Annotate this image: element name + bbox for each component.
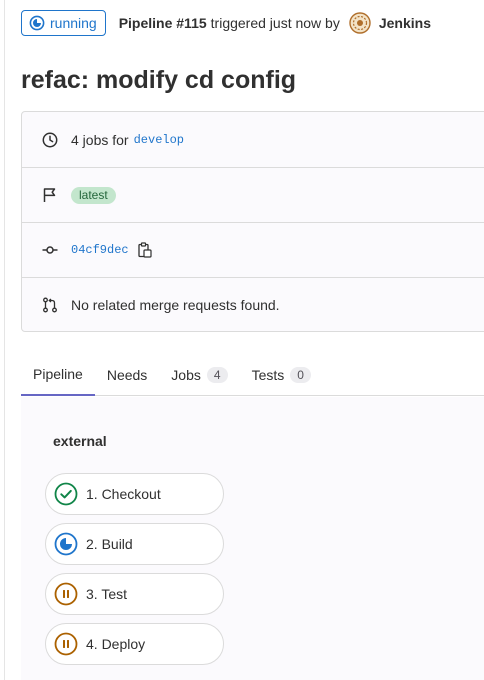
merge-request-icon	[42, 297, 58, 313]
merge-requests-text: No related merge requests found.	[71, 297, 280, 313]
job-label: 2. Build	[86, 536, 133, 552]
jobs-count-badge: 4	[206, 367, 228, 383]
paused-icon	[54, 632, 78, 656]
running-icon	[29, 15, 45, 31]
jobs-text: 4 jobs for	[71, 131, 129, 148]
merge-requests-row: No related merge requests found.	[22, 277, 484, 332]
job-checkout[interactable]: 1. Checkout	[45, 473, 224, 515]
tab-label: Jobs	[171, 367, 201, 383]
page-title: refac: modify cd config	[21, 66, 297, 94]
user-name[interactable]: Jenkins	[379, 15, 431, 31]
status-badge[interactable]: running	[21, 10, 106, 36]
avatar[interactable]	[349, 12, 371, 34]
job-deploy[interactable]: 4. Deploy	[45, 623, 224, 665]
tab-pipeline[interactable]: Pipeline	[21, 354, 95, 396]
tab-label: Needs	[106, 367, 148, 383]
jobs-row: 4 jobs for develop	[22, 112, 484, 167]
status-text: running	[50, 15, 97, 31]
tests-count-badge: 0	[290, 367, 311, 383]
job-label: 1. Checkout	[86, 486, 161, 502]
tab-label: Pipeline	[33, 366, 83, 382]
paused-icon	[54, 582, 78, 606]
job-build[interactable]: 2. Build	[45, 523, 224, 565]
running-icon	[54, 532, 78, 556]
tab-needs[interactable]: Needs	[95, 354, 159, 396]
triggered-text: triggered just now by	[210, 15, 340, 31]
left-border	[4, 0, 5, 680]
branch-link[interactable]: develop	[134, 133, 184, 147]
latest-badge: latest	[71, 186, 116, 204]
commit-sha-link[interactable]: 04cf9dec	[71, 243, 129, 257]
badges-row: latest	[22, 167, 484, 222]
pipeline-graph: external 1. Checkout 2. Build 3. Test 4.…	[21, 397, 484, 680]
tab-jobs[interactable]: Jobs 4	[159, 354, 239, 396]
tab-label: Tests	[251, 367, 285, 383]
job-label: 3. Test	[86, 586, 127, 602]
commit-icon	[42, 242, 58, 258]
pipeline-info-box: 4 jobs for develop latest 04cf9dec No re…	[21, 111, 484, 332]
pipeline-header: running Pipeline #115 triggered just now…	[21, 10, 431, 36]
clock-icon	[42, 132, 58, 148]
success-icon	[54, 482, 78, 506]
copy-icon[interactable]	[137, 242, 152, 258]
pipeline-tabs: Pipeline Needs Jobs 4 Tests 0	[21, 354, 484, 396]
job-test[interactable]: 3. Test	[45, 573, 224, 615]
stage-title: external	[53, 433, 107, 449]
commit-row: 04cf9dec	[22, 222, 484, 277]
job-label: 4. Deploy	[86, 636, 146, 652]
pipeline-id: Pipeline #115	[118, 15, 207, 31]
flag-icon	[42, 187, 58, 203]
tab-tests[interactable]: Tests 0	[240, 354, 323, 396]
